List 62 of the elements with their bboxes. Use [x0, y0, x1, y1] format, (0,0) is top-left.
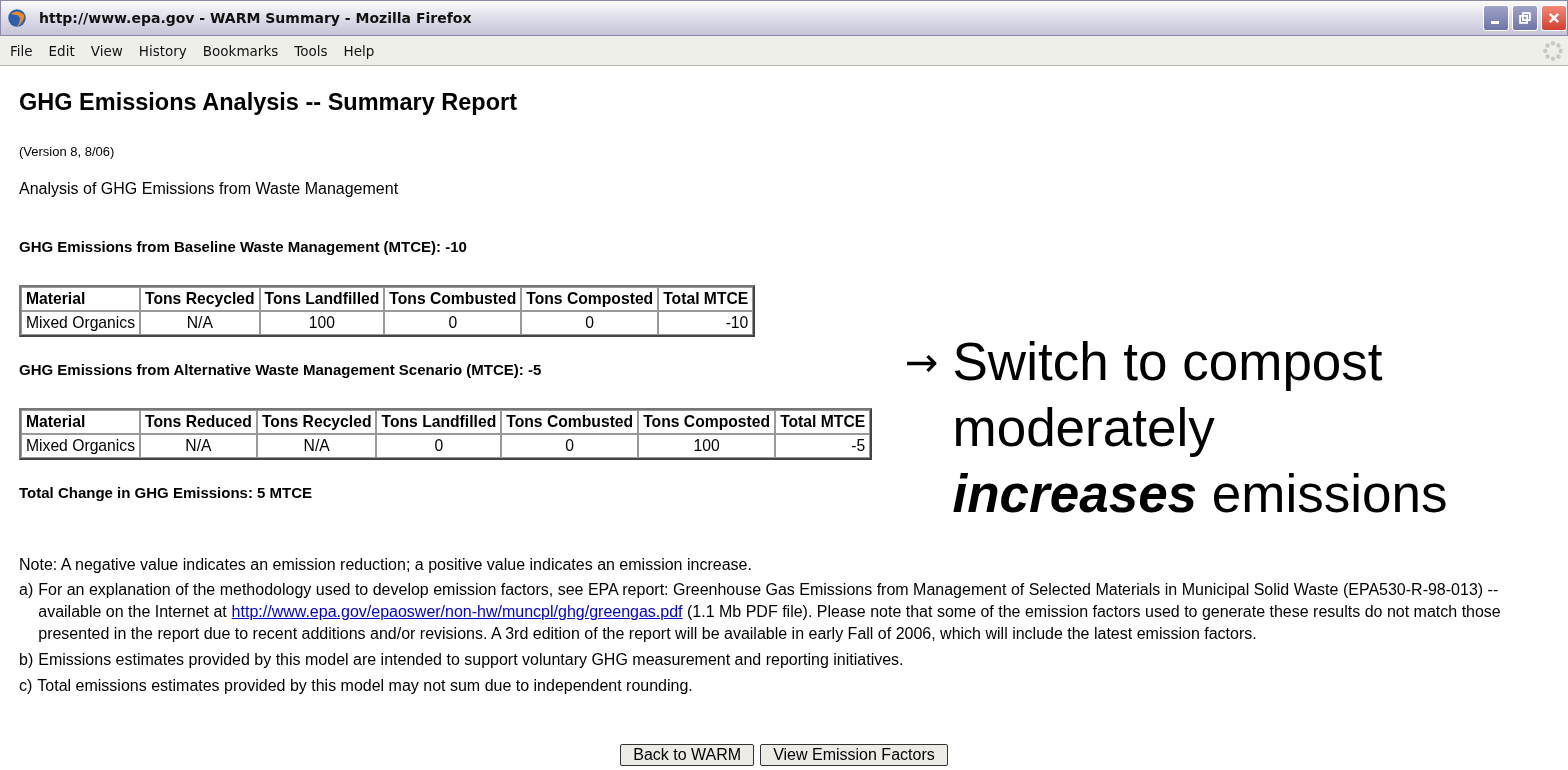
menu-item[interactable]: History — [138, 42, 203, 59]
column-header: Total MTCE — [775, 410, 871, 434]
menu-item[interactable]: Bookmarks — [202, 42, 295, 59]
column-header: Tons Landfilled — [259, 287, 385, 311]
total-change-text: Total Change in GHG Emissions: 5 MTCE — [19, 484, 313, 502]
restore-button[interactable] — [1512, 5, 1538, 31]
throbber-icon — [1542, 39, 1564, 62]
column-header: Tons Recycled — [256, 410, 377, 434]
table-cell: N/A — [256, 434, 377, 458]
page-button[interactable]: View Emission Factors — [760, 744, 948, 766]
table-cell: N/A — [140, 311, 260, 335]
section-title: GHG Emissions from Alternative Waste Management Scenario (MTCE): -5 — [19, 361, 542, 379]
arrow-glyph: → — [905, 338, 939, 387]
window-title: http://www.epa.gov - WARM Summary - Mozilla Firefox — [39, 10, 472, 26]
note-text: Note: A negative value indicates an emission reduction; a positive value indicates an emission increase. — [19, 556, 752, 574]
column-header: Tons Combusted — [501, 410, 639, 434]
table-cell: 0 — [384, 311, 522, 335]
footnote-text: For an explanation of the methodology used to develop emission factors, see EPA report: Greenhouse Gas Emissions from Management of Selected Materials in Municipal Solid Waste (EPA530-R-98-013) -- available on the Internet at http://www.epa.gov/epaoswer/non-hw/muncpl/ghg/greengas.pdf (1.1 Mb PDF file). Please note that some of the emission factors used to generate these results do not match those presented in the report due to recent additions and/or revisions. A 3rd edition of the report will be available in early Fall of 2006, which will include the latest emission factors. — [38, 580, 1502, 644]
minimize-icon — [1490, 20, 1499, 24]
version-text: (Version 8, 8/06) — [19, 144, 115, 160]
callout-text: Switch to compost — [952, 331, 1383, 393]
menu-item[interactable]: Tools — [294, 42, 344, 59]
column-header: Tons Composted — [521, 287, 659, 311]
restore-icon — [1518, 11, 1532, 25]
column-header: Total MTCE — [658, 287, 754, 311]
column-header: Tons Landfilled — [376, 410, 502, 434]
column-header: Tons Recycled — [140, 287, 260, 311]
table-cell: Mixed Organics — [21, 434, 140, 458]
close-icon — [1547, 11, 1561, 25]
menu-item[interactable]: Help — [343, 42, 391, 59]
table-cell: N/A — [140, 434, 257, 458]
footnote-marker: a) — [19, 580, 34, 600]
callout-text: increases emissions — [952, 463, 1448, 525]
footnote-marker: c) — [19, 676, 33, 696]
menu-item[interactable]: Edit — [48, 42, 91, 59]
table-cell: 100 — [259, 311, 385, 335]
page-heading: GHG Emissions Analysis -- Summary Report — [19, 88, 517, 116]
table-cell: Mixed Organics — [21, 311, 140, 335]
page-button[interactable]: Back to WARM — [620, 744, 755, 766]
column-header: Material — [21, 410, 140, 434]
subtitle-text: Analysis of GHG Emissions from Waste Management — [19, 180, 399, 198]
callout-text: moderately — [952, 397, 1215, 459]
menu-item[interactable]: View — [90, 42, 139, 59]
column-header: Tons Combusted — [384, 287, 522, 311]
footnote-text: Total emissions estimates provided by this model may not sum due to independent rounding. — [37, 676, 693, 696]
column-header: Tons Reduced — [140, 410, 257, 434]
minimize-button[interactable] — [1483, 5, 1509, 31]
column-header: Material — [21, 287, 140, 311]
table-cell: 100 — [638, 434, 776, 458]
footnote-marker: b) — [19, 650, 34, 670]
pdf-link[interactable]: http://www.epa.gov/epaoswer/non-hw/muncpl/ghg/greengas.pdf — [231, 603, 683, 620]
footnote-text: Emissions estimates provided by this model are intended to support voluntary GHG measurement and reporting initiatives. — [38, 650, 904, 670]
close-button[interactable] — [1541, 5, 1567, 31]
table-cell: -5 — [775, 434, 871, 458]
table-cell: 0 — [376, 434, 502, 458]
section-title: GHG Emissions from Baseline Waste Management (MTCE): -10 — [19, 238, 467, 256]
table-cell: -10 — [658, 311, 754, 335]
table-cell: 0 — [501, 434, 639, 458]
column-header: Tons Composted — [638, 410, 776, 434]
globe-icon — [7, 8, 27, 28]
menu-item[interactable]: File — [10, 42, 49, 59]
table-cell: 0 — [521, 311, 659, 335]
